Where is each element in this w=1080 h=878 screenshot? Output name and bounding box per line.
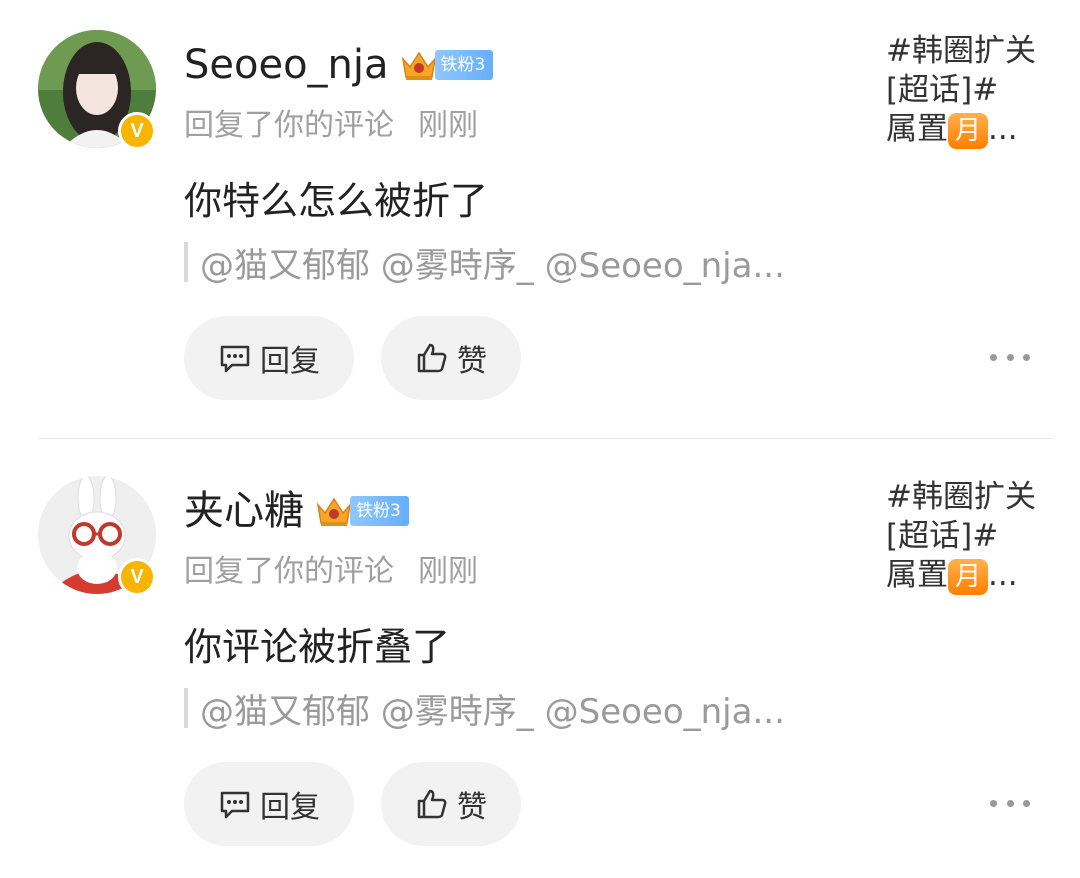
topic-line: [超话]#	[886, 72, 999, 108]
notification-feed: V Seoeo_nja 铁粉3 回复了你的评论 刚刚 你特么怎么被折了 @猫又郁郁…	[0, 0, 1080, 878]
topic-ellipsis: ...	[988, 111, 1018, 147]
fan-level-badge: 铁粉3	[350, 496, 409, 526]
quote-text: @猫又郁郁 @雾時序_ @Seoeo_nja...	[200, 691, 785, 732]
like-button[interactable]: 赞	[381, 316, 521, 400]
comment-text[interactable]: 你特么怎么被折了	[184, 170, 488, 225]
crown-icon	[401, 51, 436, 80]
topic-ellipsis: ...	[988, 557, 1018, 593]
reply-label: 回复	[260, 344, 320, 379]
thumbs-up-icon	[417, 343, 447, 373]
like-label: 赞	[457, 790, 487, 825]
thumbs-up-icon	[417, 789, 447, 819]
fan-level-badge: 铁粉3	[434, 50, 494, 80]
comment-card: V 夹心糖 铁粉3 回复了你的评论 刚刚 你评论被折叠了 @猫又郁郁 @雾時序_ …	[0, 446, 1080, 878]
timestamp: 刚刚	[418, 108, 478, 143]
comment-text[interactable]: 你评论被折叠了	[184, 616, 450, 671]
topic-line: 属置	[886, 111, 948, 147]
comment-icon	[220, 345, 250, 373]
reply-label: 回复	[260, 790, 320, 825]
like-button[interactable]: 赞	[381, 762, 521, 846]
quote-bar	[184, 688, 188, 728]
verified-badge: V	[118, 112, 156, 150]
quote-text: @猫又郁郁 @雾時序_ @Seoeo_nja...	[200, 245, 785, 286]
topic-tag[interactable]: #韩圈扩关 [超话]# 属置月...	[886, 32, 1066, 149]
reply-button[interactable]: 回复	[184, 316, 354, 400]
comment-meta: 回复了你的评论 刚刚	[184, 100, 478, 144]
more-dots-icon[interactable]	[990, 342, 1030, 372]
verified-badge: V	[118, 558, 156, 596]
username[interactable]: Seoeo_nja	[184, 45, 389, 85]
topic-line: [超话]#	[886, 518, 999, 554]
action-text: 回复了你的评论	[184, 554, 394, 589]
month-badge: 月	[948, 558, 988, 595]
username[interactable]: 夹心糖	[184, 491, 304, 531]
quoted-comment[interactable]: @猫又郁郁 @雾時序_ @Seoeo_nja...	[184, 686, 785, 732]
reply-button[interactable]: 回复	[184, 762, 354, 846]
quote-bar	[184, 242, 188, 282]
more-dots-icon[interactable]	[990, 788, 1030, 818]
quoted-comment[interactable]: @猫又郁郁 @雾時序_ @Seoeo_nja...	[184, 240, 785, 286]
comment-card: V Seoeo_nja 铁粉3 回复了你的评论 刚刚 你特么怎么被折了 @猫又郁郁…	[0, 0, 1080, 440]
comment-meta: 回复了你的评论 刚刚	[184, 546, 478, 590]
comment-icon	[220, 791, 250, 819]
topic-tag[interactable]: #韩圈扩关 [超话]# 属置月...	[886, 478, 1066, 595]
topic-line: #韩圈扩关	[886, 33, 1036, 69]
divider	[38, 438, 1054, 439]
timestamp: 刚刚	[418, 554, 478, 589]
crown-icon	[316, 497, 352, 526]
topic-line: #韩圈扩关	[886, 479, 1036, 515]
action-text: 回复了你的评论	[184, 108, 394, 143]
like-label: 赞	[457, 344, 487, 379]
month-badge: 月	[948, 112, 988, 149]
topic-line: 属置	[886, 557, 948, 593]
